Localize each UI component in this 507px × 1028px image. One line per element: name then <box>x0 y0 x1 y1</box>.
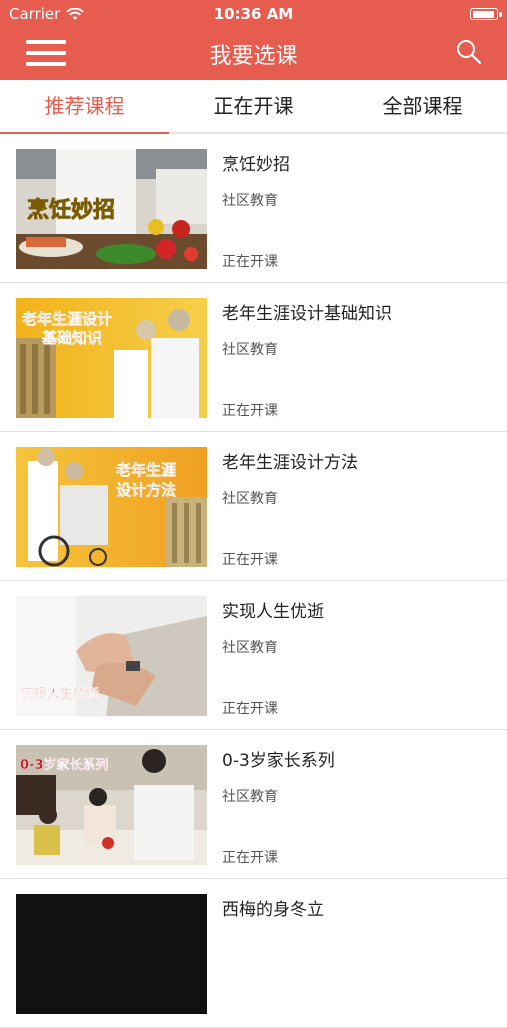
course-thumbnail: 烹饪妙招 <box>16 149 207 269</box>
course-status: 正在开课 <box>222 552 278 568</box>
thumb-caption-1: 老年生涯 <box>115 461 176 479</box>
page-title: 我要选课 <box>209 44 298 69</box>
tab-recommended[interactable]: 推荐课程 <box>0 80 169 134</box>
course-title: 老年生涯设计方法 <box>222 453 358 473</box>
thumb-caption: 实现人生优逝 <box>21 686 99 702</box>
course-status: 正在开课 <box>222 850 278 866</box>
course-category: 社区教育 <box>222 640 278 656</box>
course-item-cooking[interactable]: 烹饪妙招 烹饪妙招 社区教育 正在开课 <box>0 134 507 283</box>
thumb-caption: 烹饪妙招 <box>27 197 115 223</box>
thumb-caption-2: 基础知识 <box>41 329 102 347</box>
status-bar: Carrier 10:36 AM <box>0 0 507 28</box>
search-button[interactable] <box>455 38 483 66</box>
course-item-partial[interactable]: 西梅的身冬立 <box>0 879 507 1028</box>
course-status: 正在开课 <box>222 403 278 419</box>
course-item-parenting[interactable]: 0-3岁家长系列 0-3岁家长系列 社区教育 正在开课 <box>0 730 507 879</box>
course-list: 烹饪妙招 烹饪妙招 社区教育 正在开课 老年生涯设计 基础知识 老年生涯设计基础… <box>0 134 507 1028</box>
thumb-caption-1: 老年生涯设计 <box>21 310 112 328</box>
search-icon <box>457 40 482 65</box>
course-thumbnail: 实现人生优逝 <box>16 596 207 716</box>
course-title: 西梅的身冬立 <box>222 900 324 920</box>
thumb-caption-2: 设计方法 <box>116 481 176 499</box>
course-title: 老年生涯设计基础知识 <box>222 304 392 324</box>
thumb-caption: 0-3岁家长系列 <box>20 757 109 773</box>
course-title: 0-3岁家长系列 <box>222 751 335 771</box>
course-status: 正在开课 <box>222 701 278 717</box>
tab-bar: 推荐课程 正在开课 全部课程 <box>0 80 507 134</box>
course-item-life-farewell[interactable]: 实现人生优逝 实现人生优逝 社区教育 正在开课 <box>0 581 507 730</box>
app-header: Carrier 10:36 AM 我要选课 <box>0 0 507 80</box>
course-title: 烹饪妙招 <box>222 155 290 175</box>
course-thumbnail: 老年生涯 设计方法 <box>16 447 207 567</box>
course-item-career-methods[interactable]: 老年生涯 设计方法 老年生涯设计方法 社区教育 正在开课 <box>0 432 507 581</box>
nav-bar: 我要选课 <box>0 28 507 80</box>
course-category: 社区教育 <box>222 789 278 805</box>
course-thumbnail: 0-3岁家长系列 <box>16 745 207 865</box>
course-title: 实现人生优逝 <box>222 602 324 622</box>
course-thumbnail: 老年生涯设计 基础知识 <box>16 298 207 418</box>
course-category: 社区教育 <box>222 491 278 507</box>
course-item-career-basics[interactable]: 老年生涯设计 基础知识 老年生涯设计基础知识 社区教育 正在开课 <box>0 283 507 432</box>
tab-in-progress[interactable]: 正在开课 <box>169 80 338 132</box>
course-status: 正在开课 <box>222 254 278 270</box>
course-thumbnail <box>16 894 207 1014</box>
course-category: 社区教育 <box>222 193 278 209</box>
course-category: 社区教育 <box>222 342 278 358</box>
status-time: 10:36 AM <box>213 5 294 23</box>
battery-icon <box>470 8 502 20</box>
tab-all-courses[interactable]: 全部课程 <box>338 80 507 132</box>
